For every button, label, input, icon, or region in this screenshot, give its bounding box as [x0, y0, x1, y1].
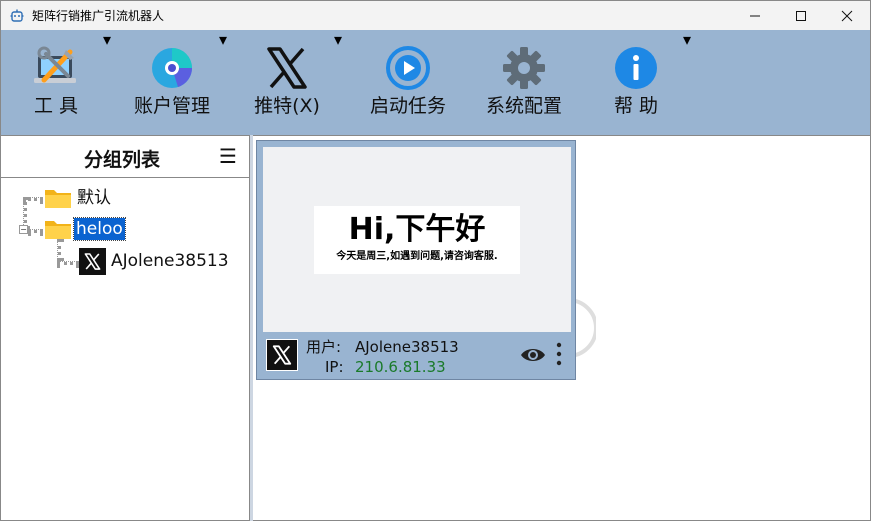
start-task-label: 启动任务 [369, 95, 446, 117]
tools-laptop-icon [34, 46, 76, 83]
group-list-title: 分组列表 [84, 149, 161, 171]
start-task-button[interactable]: 启动任务 [361, 30, 455, 135]
info-icon [615, 47, 657, 89]
group-list-header: 分组列表 ☰ [1, 136, 249, 178]
tools-menu-button[interactable]: 工 具 [9, 30, 103, 135]
more-options-icon[interactable] [555, 341, 563, 367]
tree-connector [57, 261, 79, 265]
system-config-button[interactable]: 系统配置 [477, 30, 571, 135]
help-dropdown-arrow[interactable]: ▾ [683, 30, 691, 135]
maximize-button[interactable] [778, 1, 824, 31]
group-tree: − 默认 heloo AJolene38513 [1, 179, 249, 519]
tree-group-default[interactable]: 默认 [44, 184, 111, 212]
close-icon [841, 10, 853, 22]
help-label: 帮 助 [613, 95, 659, 117]
ip-value: 210.6.81.33 [355, 358, 446, 376]
maximize-icon [796, 11, 806, 21]
account-dropdown-arrow[interactable]: ▾ [219, 30, 227, 135]
tools-label: 工 具 [33, 95, 79, 117]
tree-collapse-toggle[interactable]: − [19, 225, 28, 234]
robot-app-icon [10, 9, 24, 22]
main-toolbar: 工 具 ▾ 账户管理 ▾ 推特(X) ▾ 启动任务 系统配置 帮 助 ▾ [0, 30, 871, 135]
ip-label: IP: [325, 358, 344, 376]
minimize-icon [750, 15, 760, 17]
folder-icon [45, 190, 71, 208]
window-title: 矩阵行销推广引流机器人 [32, 9, 165, 23]
x-logo-icon [267, 47, 307, 89]
greeting-message: 今天是周三,如遇到问题,请咨询客服. [336, 251, 498, 262]
tree-group-label-selected: heloo [73, 217, 126, 241]
system-config-label: 系统配置 [485, 95, 562, 117]
greeting-banner: Hi,下午好 今天是周三,如遇到问题,请咨询客服. [314, 206, 520, 274]
x-logo-icon [79, 247, 106, 275]
tree-group-label: 默认 [77, 188, 111, 208]
close-button[interactable] [824, 1, 870, 31]
tree-account-label: AJolene38513 [111, 251, 229, 271]
minimize-button[interactable] [732, 1, 778, 31]
hamburger-menu-icon[interactable]: ☰ [219, 145, 237, 167]
twitter-x-label: 推特(X) [254, 95, 320, 117]
user-label: 用户: [306, 338, 342, 356]
account-card[interactable]: Hi,下午好 今天是周三,如遇到问题,请咨询客服. 用户: AJolene385… [256, 140, 576, 380]
group-list-panel: 分组列表 ☰ − 默认 heloo AJolene38513 [0, 135, 250, 521]
account-management-label: 账户管理 [133, 95, 210, 117]
tree-account-item[interactable]: AJolene38513 [79, 247, 229, 275]
greeting-title: Hi,下午好 [348, 212, 486, 247]
twitter-dropdown-arrow[interactable]: ▾ [334, 30, 342, 135]
gear-icon [503, 47, 545, 89]
folder-icon [45, 221, 71, 239]
tree-connector [28, 229, 43, 233]
account-management-button[interactable]: 账户管理 [125, 30, 219, 135]
user-value: AJolene38513 [355, 338, 459, 356]
tree-group-heloo[interactable]: heloo [44, 215, 126, 243]
browser-preview[interactable]: Hi,下午好 今天是周三,如遇到问题,请咨询客服. [263, 147, 571, 332]
title-bar: 矩阵行销推广引流机器人 [0, 0, 871, 30]
eye-icon[interactable] [520, 344, 546, 366]
tools-dropdown-arrow[interactable]: ▾ [103, 30, 111, 135]
twitter-x-button[interactable]: 推特(X) [243, 30, 331, 135]
help-button[interactable]: 帮 助 [589, 30, 683, 135]
account-card-footer: 用户: AJolene38513 IP: 210.6.81.33 [257, 333, 575, 379]
play-circle-icon [386, 46, 430, 90]
x-logo-icon [266, 339, 298, 371]
account-pie-icon [152, 48, 192, 88]
